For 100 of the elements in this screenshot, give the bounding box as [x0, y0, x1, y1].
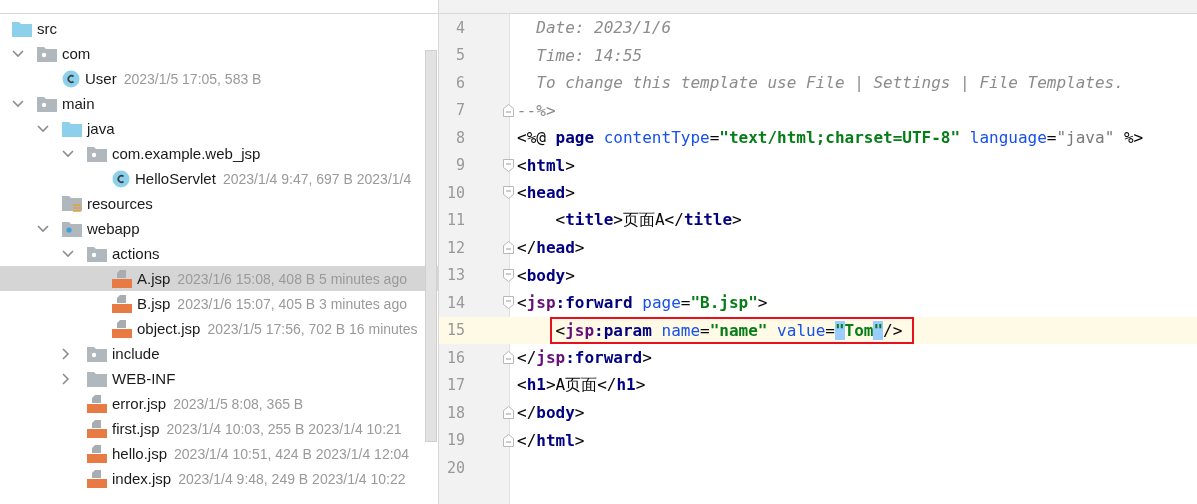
tree-item[interactable]: actions: [0, 241, 438, 266]
code-text: </body>: [517, 403, 585, 423]
line-number: 17: [445, 376, 465, 395]
node-name: error.jsp: [112, 395, 167, 412]
scrollbar[interactable]: [425, 50, 437, 442]
line-number: 19: [445, 431, 465, 450]
tree-item[interactable]: index.jsp 2023/1/4 9:48, 249 B 2023/1/4 10:22: [0, 466, 438, 491]
tree-item[interactable]: resources: [0, 191, 438, 216]
folder-icon: [62, 120, 82, 137]
node-name: A.jsp: [137, 270, 171, 287]
line-number: 9: [454, 156, 465, 175]
line-number: 18: [445, 403, 465, 422]
tree-item[interactable]: main: [0, 91, 438, 116]
file-info: 2023/1/6 15:08, 408 B 5 minutes ago: [177, 270, 407, 287]
code-text: <head>: [517, 183, 575, 203]
code-text: </jsp:forward>: [517, 348, 652, 368]
code-text: </html>: [517, 430, 585, 450]
package-folder-icon: [37, 45, 57, 62]
node-name: com.example.web_jsp: [112, 145, 261, 162]
node-name: B.jsp: [137, 295, 171, 312]
jsp-file-icon: [87, 444, 107, 463]
file-info: 2023/1/6 15:07, 405 B 3 minutes ago: [177, 295, 407, 312]
tree-item[interactable]: HelloServlet 2023/1/4 9:47, 697 B 2023/1/4: [0, 166, 438, 191]
tree-item[interactable]: webapp: [0, 216, 438, 241]
line-number: 13: [445, 266, 465, 285]
chevron-down-icon[interactable]: [62, 149, 74, 158]
package-folder-icon: [87, 145, 107, 162]
code-text: <%@ page contentType="text/html;charset=UTF-8" language="java" %>: [517, 128, 1144, 148]
chevron-right-icon[interactable]: [62, 372, 70, 385]
tree-item[interactable]: com: [0, 41, 438, 66]
line-number: 12: [445, 238, 465, 257]
tree-item[interactable]: B.jsp 2023/1/6 15:07, 405 B 3 minutes ago: [0, 291, 438, 316]
tree-item[interactable]: include: [0, 341, 438, 366]
node-name: WEB-INF: [112, 370, 176, 387]
code-text: </head>: [517, 238, 585, 258]
code-text: <body>: [517, 265, 575, 285]
chevron-down-icon[interactable]: [37, 224, 49, 233]
fold-icon[interactable]: [503, 268, 514, 282]
tree-item[interactable]: WEB-INF: [0, 366, 438, 391]
folder-icon: [12, 20, 32, 37]
package-folder-icon: [87, 245, 107, 262]
tree-item[interactable]: java: [0, 116, 438, 141]
node-name: index.jsp: [112, 470, 172, 487]
class-icon: [62, 69, 80, 88]
line-number: 7: [454, 101, 465, 120]
node-name: src: [37, 20, 57, 37]
line-number: 11: [445, 211, 465, 230]
code-text: To change this template use File | Settings | File Templates.: [535, 73, 1124, 93]
fold-icon[interactable]: [503, 241, 514, 255]
chevron-down-icon[interactable]: [62, 249, 74, 258]
line-number: 14: [445, 293, 465, 312]
web-folder-icon: [62, 220, 82, 237]
tree-item[interactable]: first.jsp 2023/1/4 10:03, 255 B 2023/1/4 10:21: [0, 416, 438, 441]
code-text: Time: 14:55: [535, 45, 643, 65]
code-text: <title>页面A</title>: [555, 209, 742, 231]
node-name: com: [62, 45, 91, 62]
chevron-down-icon[interactable]: [12, 99, 24, 108]
fold-icon[interactable]: [503, 158, 514, 172]
file-info: 2023/1/4 9:48, 249 B 2023/1/4 10:22: [178, 470, 406, 487]
chevron-down-icon[interactable]: [12, 49, 24, 58]
fold-icon[interactable]: [503, 103, 514, 117]
chevron-right-icon[interactable]: [62, 347, 70, 360]
class-icon: [112, 169, 130, 188]
package-folder-icon: [87, 345, 107, 362]
node-name: hello.jsp: [112, 445, 168, 462]
tree-item[interactable]: hello.jsp 2023/1/4 10:51, 424 B 2023/1/4 12:04: [0, 441, 438, 466]
chevron-down-icon[interactable]: [37, 124, 49, 133]
fold-icon[interactable]: [503, 296, 514, 310]
node-name: main: [62, 95, 95, 112]
file-info: 2023/1/4 9:47, 697 B 2023/1/4: [222, 170, 412, 187]
jsp-file-icon: [87, 469, 107, 488]
tree-item[interactable]: src: [0, 16, 438, 41]
jsp-file-icon: [87, 394, 107, 413]
code-text: <h1>A页面</h1>: [517, 374, 646, 396]
line-number: 5: [454, 46, 465, 65]
resources-folder-icon: [62, 194, 82, 213]
code-text: <jsp:forward page="B.jsp">: [517, 293, 768, 313]
line-number: 20: [445, 458, 465, 477]
folder-icon: [87, 370, 107, 387]
fold-icon[interactable]: [503, 351, 514, 365]
node-name: java: [87, 120, 115, 137]
tree-item[interactable]: User 2023/1/5 17:05, 583 B: [0, 66, 438, 91]
tree-item[interactable]: A.jsp 2023/1/6 15:08, 408 B 5 minutes ago: [0, 266, 438, 291]
code-text: --%>: [517, 100, 556, 120]
node-name: User: [85, 70, 117, 87]
tree-item[interactable]: object.jsp 2023/1/5 17:56, 702 B 16 minutes: [0, 316, 438, 341]
line-number: 6: [454, 73, 465, 92]
file-info: 2023/1/4 10:03, 255 B 2023/1/4 10:21: [166, 420, 402, 437]
node-name: actions: [112, 245, 160, 262]
node-name: HelloServlet: [135, 170, 216, 187]
tree-item[interactable]: error.jsp 2023/1/5 8:08, 365 B: [0, 391, 438, 416]
node-name: first.jsp: [112, 420, 160, 437]
code-text: <jsp:param name="name" value="Tom"/>: [549, 316, 915, 344]
code-text: <html>: [517, 155, 575, 175]
tree-item[interactable]: com.example.web_jsp: [0, 141, 438, 166]
jsp-file-icon: [112, 319, 132, 338]
fold-icon[interactable]: [503, 186, 514, 200]
fold-icon[interactable]: [503, 433, 514, 447]
line-number: 15: [445, 321, 465, 340]
fold-icon[interactable]: [503, 406, 514, 420]
